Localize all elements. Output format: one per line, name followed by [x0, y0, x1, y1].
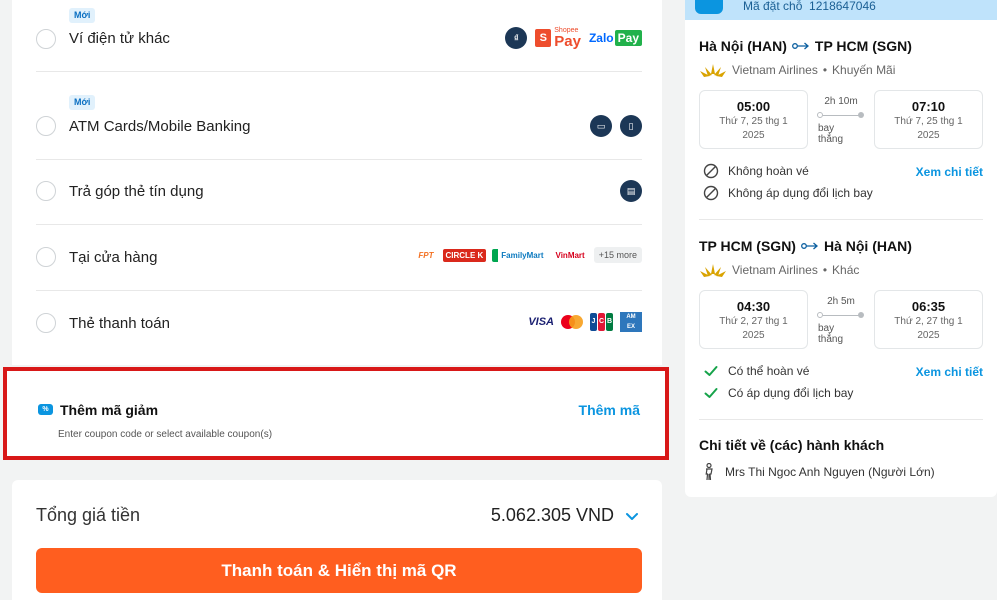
- total-price-amount[interactable]: 5.062.305 VND: [491, 505, 614, 526]
- duration-line: [823, 115, 859, 116]
- flight-stop-type: bay thẳng: [818, 323, 844, 345]
- view-details-link[interactable]: Xem chi tiết: [916, 365, 983, 379]
- payment-wallet-icon: ₫: [505, 27, 528, 49]
- bank-card-icon: ▭: [590, 115, 612, 137]
- payment-method-label: Trả góp thẻ tín dụng: [69, 183, 204, 200]
- radio-card[interactable]: [36, 313, 56, 333]
- person-icon: [705, 463, 713, 481]
- payment-method-atm[interactable]: Mới ATM Cards/Mobile Banking ▭ ▯: [36, 72, 642, 160]
- shopee-pay-logo: S Shopee Pay: [535, 27, 581, 49]
- payment-logos: VISA J C B AM EX: [528, 312, 642, 332]
- airline-info: Vietnam Airlines • Khuyến Mãi: [699, 62, 895, 78]
- payment-method-label: ATM Cards/Mobile Banking: [69, 118, 251, 135]
- booking-header: Mã đặt chỗ 1218647046: [685, 0, 997, 20]
- booking-summary-panel: Mã đặt chỗ 1218647046 Hà Nội (HAN) TP HC…: [685, 0, 997, 497]
- add-coupon-link[interactable]: Thêm mã: [579, 402, 640, 418]
- payment-method-label: Ví điện tử khác: [69, 30, 170, 47]
- total-price-label: Tổng giá tiền: [36, 505, 141, 525]
- radio-store[interactable]: [36, 247, 56, 267]
- installment-card-icon: ▤: [620, 180, 642, 202]
- flight-route-title: TP HCM (SGN) Hà Nội (HAN): [699, 238, 912, 254]
- refund-policy: Có thể hoàn vé: [703, 363, 809, 379]
- payment-method-label: Tại cửa hàng: [69, 249, 158, 266]
- mastercard-logo: [561, 315, 583, 329]
- flight-duration: 2h 5m: [827, 296, 855, 307]
- payment-logos: ▭ ▯: [590, 115, 642, 137]
- not-allowed-icon: [703, 163, 719, 179]
- duration-end-dot: [858, 112, 864, 118]
- payment-logos: ₫ S Shopee Pay Zalo Pay: [505, 27, 642, 49]
- refund-policy: Không hoàn vé: [703, 163, 809, 179]
- booking-code: Mã đặt chỗ 1218647046: [743, 0, 876, 13]
- more-stores-chip[interactable]: +15 more: [593, 247, 642, 263]
- vinmart-logo: VinMart: [555, 250, 585, 260]
- not-allowed-icon: [703, 185, 719, 201]
- duration-end-dot: [858, 312, 864, 318]
- amex-logo: AM EX: [620, 312, 642, 332]
- radio-installment[interactable]: [36, 181, 56, 201]
- radio-atm[interactable]: [36, 116, 56, 136]
- payment-logos: FPT CIRCLE K FamilyMart VinMart +15 more: [415, 247, 642, 263]
- payment-method-card[interactable]: Thẻ thanh toán VISA J C B AM EX: [36, 291, 642, 357]
- reschedule-policy: Không áp dụng đổi lịch bay: [703, 185, 873, 201]
- new-badge: Mới: [69, 8, 96, 23]
- flight-stop-type: bay thẳng: [818, 123, 844, 145]
- payment-method-label: Thẻ thanh toán: [69, 315, 170, 332]
- jcb-logo: J C B: [590, 313, 613, 331]
- passenger-item: Mrs Thi Ngoc Anh Nguyen (Người Lớn): [703, 463, 935, 481]
- circle-k-logo: CIRCLE K: [442, 248, 487, 262]
- coupon-section[interactable]: % Thêm mã giảm Thêm mã Enter coupon code…: [3, 367, 669, 460]
- new-badge: Mới: [69, 95, 96, 110]
- coupon-subtitle: Enter coupon code or select available co…: [58, 429, 273, 440]
- divider: [699, 419, 983, 420]
- flight-duration: 2h 10m: [824, 96, 858, 107]
- vietnam-airlines-logo: [700, 64, 726, 77]
- route-arrow-icon: [801, 242, 818, 250]
- check-icon: [704, 388, 718, 398]
- departure-time-box: 05:00 Thứ 7, 25 thg 1 2025: [699, 90, 808, 149]
- coupon-title: Thêm mã giảm: [60, 402, 159, 418]
- flight-route-title: Hà Nội (HAN) TP HCM (SGN): [699, 38, 912, 54]
- check-icon: [704, 366, 718, 376]
- arrival-time-box: 07:10 Thứ 7, 25 thg 1 2025: [874, 90, 983, 149]
- pay-and-show-qr-button[interactable]: Thanh toán & Hiển thị mã QR: [36, 548, 642, 593]
- plane-icon: [695, 0, 723, 14]
- divider: [699, 219, 983, 220]
- payment-methods-panel: Mới Ví điện tử khác ₫ S Shopee Pay Zalo Pa…: [12, 0, 662, 365]
- radio-ewallet[interactable]: [36, 29, 56, 49]
- visa-logo: VISA: [528, 316, 554, 328]
- payment-logos: ▤: [620, 180, 642, 202]
- airline-info: Vietnam Airlines • Khác: [699, 262, 859, 278]
- payment-method-store[interactable]: Tại cửa hàng FPT CIRCLE K FamilyMart Vin…: [36, 225, 642, 291]
- total-price-section: Tổng giá tiền 5.062.305 VND Thanh toán &…: [12, 480, 662, 600]
- departure-time-box: 04:30 Thứ 2, 27 thg 1 2025: [699, 290, 808, 349]
- coupon-icon: %: [38, 404, 53, 415]
- familymart-logo: FamilyMart: [492, 248, 546, 262]
- reschedule-policy: Có áp dụng đổi lịch bay: [703, 385, 853, 401]
- payment-method-installment[interactable]: Trả góp thẻ tín dụng ▤: [36, 160, 642, 225]
- route-arrow-icon: [791, 42, 809, 50]
- duration-line: [823, 315, 859, 316]
- mobile-banking-icon: ▯: [620, 115, 642, 137]
- passenger-details-title: Chi tiết về (các) hành khách: [699, 437, 885, 453]
- vietnam-airlines-logo: [700, 264, 726, 277]
- view-details-link[interactable]: Xem chi tiết: [916, 165, 983, 179]
- payment-method-ewallet[interactable]: Mới Ví điện tử khác ₫ S Shopee Pay Zalo Pa…: [36, 0, 642, 72]
- fpt-logo: FPT: [418, 250, 434, 260]
- arrival-time-box: 06:35 Thứ 2, 27 thg 1 2025: [874, 290, 983, 349]
- zalo-pay-logo: Zalo Pay: [589, 30, 642, 46]
- chevron-down-icon[interactable]: [624, 508, 640, 524]
